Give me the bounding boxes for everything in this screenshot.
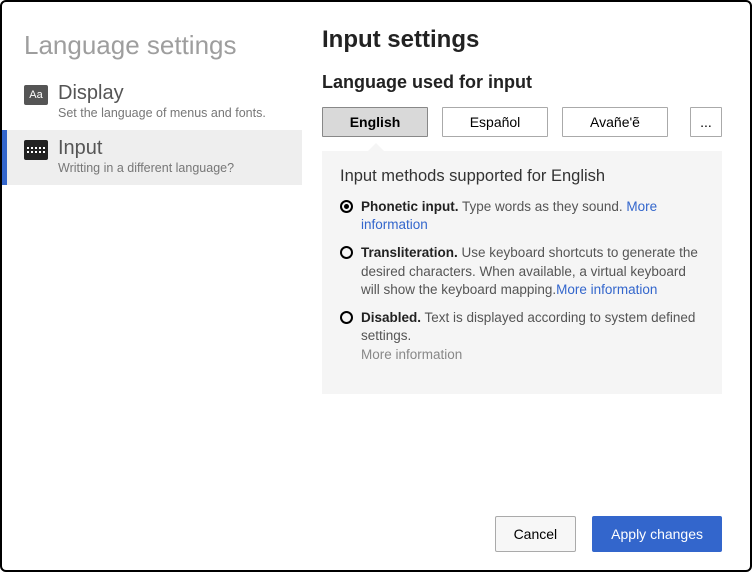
lang-tab-espanol[interactable]: Español xyxy=(442,107,548,137)
cancel-button[interactable]: Cancel xyxy=(495,516,577,552)
sidebar-item-input[interactable]: Input Writting in a different language? xyxy=(2,130,302,185)
sidebar: Language settings Aa Display Set the lan… xyxy=(2,2,302,570)
methods-title: Input methods supported for English xyxy=(340,167,704,186)
method-label: Phonetic input. xyxy=(361,199,459,214)
radio-phonetic[interactable] xyxy=(340,200,353,213)
method-label: Disabled. xyxy=(361,310,421,325)
method-body: Disabled. Text is displayed according to… xyxy=(361,309,704,364)
sidebar-item-label: Input xyxy=(58,137,234,159)
method-desc: Type words as they sound. xyxy=(459,199,627,214)
main-panel: Input settings Language used for input E… xyxy=(302,2,750,570)
section-title: Language used for input xyxy=(322,72,722,93)
more-info-link[interactable]: More information xyxy=(556,282,657,297)
methods-panel: Input methods supported for English Phon… xyxy=(322,151,722,394)
method-transliteration[interactable]: Transliteration. Use keyboard shortcuts … xyxy=(340,244,704,299)
method-label: Transliteration. xyxy=(361,245,458,260)
sidebar-item-label: Display xyxy=(58,82,266,104)
sidebar-item-display[interactable]: Aa Display Set the language of menus and… xyxy=(2,75,302,130)
method-phonetic[interactable]: Phonetic input. Type words as they sound… xyxy=(340,198,704,234)
keyboard-icon xyxy=(24,140,48,160)
lang-tab-english[interactable]: English xyxy=(322,107,428,137)
method-body: Phonetic input. Type words as they sound… xyxy=(361,198,704,234)
footer-buttons: Cancel Apply changes xyxy=(322,496,722,552)
text-aa-icon: Aa xyxy=(24,85,48,105)
sidebar-title: Language settings xyxy=(2,22,302,75)
method-body: Transliteration. Use keyboard shortcuts … xyxy=(361,244,704,299)
method-disabled[interactable]: Disabled. Text is displayed according to… xyxy=(340,309,704,364)
more-info-link-disabled: More information xyxy=(361,347,462,362)
page-title: Input settings xyxy=(322,26,722,54)
lang-tab-avane[interactable]: Avañe'ẽ xyxy=(562,107,668,137)
sidebar-item-desc: Set the language of menus and fonts. xyxy=(58,106,266,120)
radio-disabled[interactable] xyxy=(340,311,353,324)
sidebar-item-desc: Writting in a different language? xyxy=(58,161,234,175)
language-tabs: English Español Avañe'ẽ ... xyxy=(322,107,722,137)
apply-button[interactable]: Apply changes xyxy=(592,516,722,552)
lang-tab-more[interactable]: ... xyxy=(690,107,722,137)
radio-transliteration[interactable] xyxy=(340,246,353,259)
